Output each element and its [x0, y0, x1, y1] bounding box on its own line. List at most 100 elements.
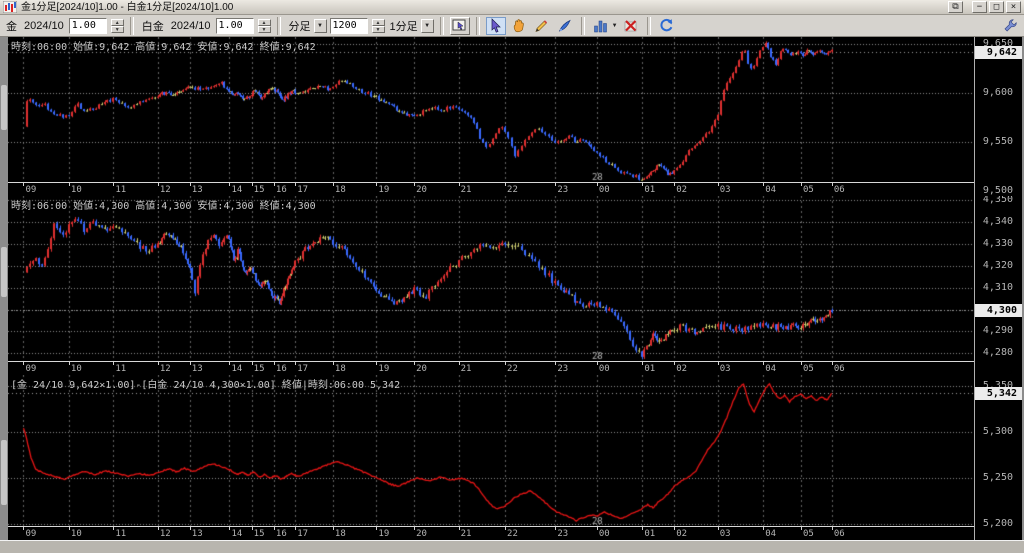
hand-tool-button[interactable] — [508, 16, 529, 35]
platinum-multiplier-input[interactable] — [215, 17, 254, 34]
toolbar-separator — [475, 16, 480, 35]
chart-panels: 時刻:06:00 始値:9,642 高値:9,642 安値:9,642 終値:9… — [8, 37, 1022, 540]
x-axis-label: 00 — [598, 185, 610, 195]
spread-x-axis[interactable]: 09 10 11 12 13 14 15 16 17 18 19 20 21 22 23 00 01 02 03 04… — [8, 526, 975, 540]
x-axis-tick — [555, 362, 556, 365]
bar-type-select[interactable]: 分足 ▼ — [287, 18, 327, 34]
settings-wrench-button[interactable] — [1000, 16, 1020, 35]
spread-y-axis[interactable]: 5,350 5,300 5,250 5,200 5,342 — [974, 375, 1022, 540]
gold-plot-canvas[interactable] — [8, 37, 975, 183]
x-axis-label: 02 — [676, 185, 688, 195]
x-axis-tick — [69, 362, 70, 365]
x-axis-tick — [674, 362, 675, 365]
x-axis-tick — [832, 362, 833, 365]
x-axis-label: 03 — [719, 185, 731, 195]
refresh-button[interactable] — [656, 16, 677, 35]
spread-plot-canvas[interactable] — [8, 375, 975, 527]
platinum-y-axis[interactable]: 4,350 4,340 4,330 4,320 4,310 4,300 4,290 4,280… — [974, 196, 1022, 375]
x-axis-tick — [190, 527, 191, 530]
platinum-symbol-label: 白金 — [141, 20, 164, 33]
x-axis-tick — [376, 527, 377, 530]
platinum-plot-canvas[interactable] — [8, 196, 975, 362]
close-button[interactable]: × — [1006, 1, 1021, 13]
bar-type-dropdown-arrow-icon[interactable]: ▼ — [313, 18, 327, 33]
x-axis-label: 15 — [253, 529, 265, 539]
x-axis-tick — [295, 362, 296, 365]
platinum-multiplier-spin-up[interactable]: ▲ — [257, 18, 271, 26]
refresh-icon — [660, 18, 673, 32]
x-axis-tick — [505, 527, 506, 530]
x-axis-label: 18 — [334, 185, 346, 195]
x-axis-label: 17 — [297, 364, 309, 374]
panel-grip[interactable] — [1, 85, 7, 130]
last-price-badge: 5,342 — [975, 387, 1022, 401]
gold-multiplier-spin-up[interactable]: ▲ — [110, 18, 124, 26]
x-axis-tick — [333, 527, 334, 530]
panel-grip[interactable] — [1, 247, 7, 297]
x-axis-label: 21 — [460, 185, 472, 195]
gold-multiplier-input[interactable] — [68, 17, 107, 34]
x-axis-tick — [674, 527, 675, 530]
y-axis-label: 4,280 — [982, 347, 1013, 359]
last-price-badge: 4,300 — [975, 303, 1022, 317]
x-axis-label: 18 — [334, 529, 346, 539]
gold-y-axis[interactable]: 9,650 9,600 9,550 9,500 9,642 — [974, 37, 1022, 196]
panel-grip[interactable] — [1, 440, 7, 505]
gold-multiplier-spin-down[interactable]: ▼ — [110, 25, 124, 33]
x-axis-label: 04 — [765, 185, 777, 195]
platinum-x-axis[interactable]: 09 10 11 12 13 14 15 16 17 18 19 20 21 22 23 00 01 02 03 04… — [8, 361, 975, 375]
x-axis-label: 13 — [191, 185, 203, 195]
x-axis-label: 10 — [70, 529, 82, 539]
x-axis-label: 00 — [598, 529, 610, 539]
bar-chart-icon — [594, 20, 607, 33]
pointer-icon — [491, 18, 502, 33]
x-axis-label: 17 — [297, 529, 309, 539]
x-axis-tick — [113, 362, 114, 365]
platinum-multiplier-spin-down[interactable]: ▼ — [257, 25, 271, 33]
interval-select[interactable]: 1分足 ▼ — [388, 18, 434, 34]
delete-chart-button[interactable] — [620, 16, 641, 35]
x-axis-tick — [295, 527, 296, 530]
x-axis-tick — [801, 362, 802, 365]
x-axis-label: 22 — [507, 529, 518, 539]
platinum-chart-panel: 時刻:06:00 始値:4,300 高値:4,300 安値:4,300 終値:4… — [8, 196, 1022, 375]
minimize-button[interactable]: − — [972, 1, 987, 13]
y-axis-label: 4,320 — [982, 259, 1013, 271]
x-axis-tick — [718, 183, 719, 186]
gold-x-axis[interactable]: 09 10 11 12 13 14 15 16 17 18 19 20 21 22 23 00 01 02 03 04… — [8, 182, 975, 196]
x-axis-label: 23 — [557, 185, 569, 195]
pointer-tool-button[interactable] — [485, 16, 506, 35]
x-axis-tick — [832, 183, 833, 186]
x-axis-label: 03 — [719, 529, 731, 539]
x-axis-label: 11 — [115, 185, 127, 195]
float-window-button[interactable]: ⧉ — [948, 1, 963, 13]
x-axis-label: 10 — [70, 364, 82, 374]
x-axis-label: 01 — [644, 185, 656, 195]
bar-count-spin-down[interactable]: ▼ — [371, 25, 385, 33]
x-axis-label: 09 — [25, 185, 37, 195]
x-axis-tick — [23, 362, 24, 365]
x-axis-tick — [229, 527, 230, 530]
range-select-icon — [452, 19, 466, 31]
range-select-tool-button[interactable] — [449, 16, 470, 35]
bar-count-input[interactable] — [329, 17, 368, 34]
title-bar[interactable]: 金1分足[2024/10]1.00 - 白金1分足[2024/10]1.00 ⧉… — [0, 0, 1024, 15]
interval-dropdown-arrow-icon[interactable]: ▼ — [420, 18, 434, 33]
left-border — [0, 37, 8, 540]
maximize-button[interactable]: □ — [989, 1, 1004, 13]
x-axis-label: 06 — [833, 364, 845, 374]
bar-count-spin-up[interactable]: ▲ — [371, 18, 385, 26]
chart-type-dropdown-arrow-icon[interactable]: ▼ — [612, 23, 618, 29]
x-axis-label: 15 — [253, 364, 265, 374]
x-axis-label: 06 — [833, 529, 845, 539]
pencil-icon — [535, 20, 548, 33]
x-axis-tick — [763, 183, 764, 186]
x-axis-label: 12 — [159, 185, 171, 195]
chart-type-button[interactable] — [590, 16, 611, 35]
x-axis-tick — [158, 362, 159, 365]
pencil-tool-button[interactable] — [531, 16, 552, 35]
x-axis-tick — [333, 183, 334, 186]
x-axis-label: 05 — [802, 185, 814, 195]
brush-tool-button[interactable] — [554, 16, 575, 35]
y-axis-label: 9,550 — [982, 135, 1013, 147]
